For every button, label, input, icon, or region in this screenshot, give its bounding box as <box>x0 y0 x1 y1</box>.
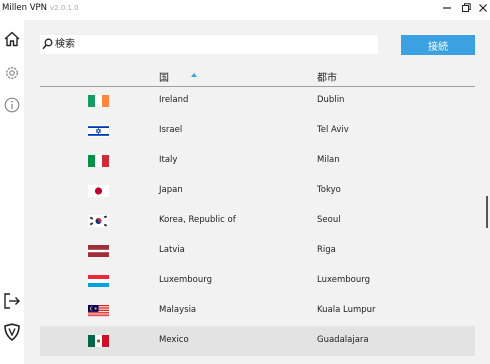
shield-icon[interactable] <box>3 323 21 341</box>
connect-button[interactable]: 接続 <box>401 35 475 55</box>
country-name: Korea, Republic of <box>159 215 236 225</box>
table-header: 国 都市 <box>40 65 475 87</box>
country-name: Ireland <box>159 95 189 105</box>
table-row[interactable]: Israel Tel Aviv <box>40 116 475 146</box>
table-row-selected[interactable]: Mexico Guadalajara <box>40 326 475 356</box>
city-name: Riga <box>317 245 336 255</box>
table-row[interactable]: Korea, Republic of Seoul <box>40 206 475 236</box>
city-name: Luxembourg <box>317 275 370 285</box>
title-bar: Millen VPN v2.0.1.0 <box>0 0 490 20</box>
search-box[interactable] <box>40 35 378 54</box>
table-row[interactable]: Ireland Dublin <box>40 86 475 116</box>
israel-flag-icon <box>88 125 109 137</box>
korea-flag-icon <box>88 215 109 227</box>
city-name: Kuala Lumpur <box>317 305 376 315</box>
maximize-icon[interactable] <box>461 3 471 13</box>
italy-flag-icon <box>88 155 109 167</box>
city-name: Dublin <box>317 95 345 105</box>
country-name: Malaysia <box>159 305 197 315</box>
latvia-flag-icon <box>88 245 109 257</box>
city-name: Tel Aviv <box>317 125 349 135</box>
luxembourg-flag-icon <box>88 275 109 287</box>
city-name: Seoul <box>317 215 341 225</box>
sidebar <box>0 20 24 364</box>
app-version: v2.0.1.0 <box>50 4 79 12</box>
country-name: Mexico <box>159 335 189 345</box>
gear-icon[interactable] <box>3 64 21 82</box>
country-name: Luxembourg <box>159 275 212 285</box>
scrollbar-thumb[interactable] <box>486 196 488 228</box>
home-icon[interactable] <box>3 30 21 48</box>
country-name: Israel <box>159 125 183 135</box>
table-row[interactable]: Malaysia Kuala Lumpur <box>40 296 475 326</box>
sort-ascending-icon[interactable] <box>191 73 197 77</box>
search-icon <box>42 38 53 50</box>
country-name: Latvia <box>159 245 185 255</box>
logout-icon[interactable] <box>3 292 21 310</box>
country-name: Japan <box>159 185 183 195</box>
table-row[interactable]: Italy Milan <box>40 146 475 176</box>
column-header-country[interactable]: 国 <box>159 69 169 84</box>
japan-flag-icon <box>88 185 109 197</box>
table-row[interactable]: Luxembourg Luxembourg <box>40 266 475 296</box>
city-name: Milan <box>317 155 340 165</box>
malaysia-flag-icon <box>88 305 109 317</box>
country-name: Italy <box>159 155 178 165</box>
table-row[interactable]: Japan Tokyo <box>40 176 475 206</box>
close-icon[interactable] <box>478 3 488 13</box>
server-list-panel: 接続 国 都市 Ireland Dublin Israel Tel Av <box>24 20 490 364</box>
minimize-icon[interactable] <box>442 3 452 13</box>
column-header-city[interactable]: 都市 <box>317 69 337 84</box>
city-name: Guadalajara <box>317 335 369 345</box>
table-row[interactable]: Latvia Riga <box>40 236 475 266</box>
info-icon[interactable] <box>3 96 21 114</box>
city-name: Tokyo <box>317 185 341 195</box>
search-input[interactable] <box>55 35 375 54</box>
server-table-body: Ireland Dublin Israel Tel Aviv Italy Mil… <box>40 86 475 356</box>
ireland-flag-icon <box>88 95 109 107</box>
app-title: Millen VPN <box>2 3 48 13</box>
mexico-flag-icon <box>88 335 109 347</box>
